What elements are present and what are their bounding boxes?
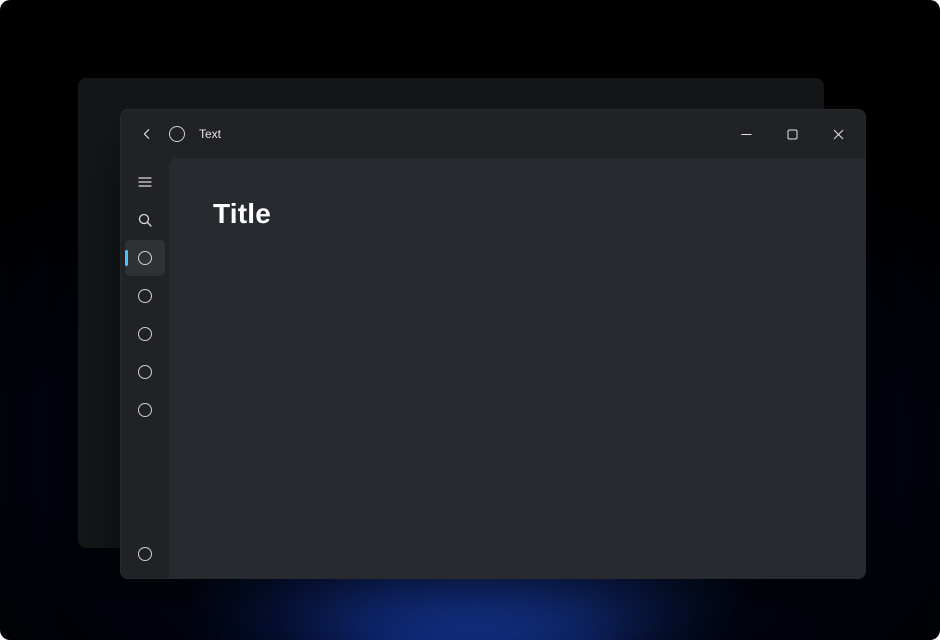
maximize-icon — [787, 129, 798, 140]
nav-item-5[interactable] — [125, 392, 165, 428]
nav-item-3[interactable] — [125, 316, 165, 352]
nav-item-4[interactable] — [125, 354, 165, 390]
nav-item-placeholder-icon — [138, 289, 152, 303]
nav-menu-button[interactable] — [125, 164, 165, 200]
maximize-button[interactable] — [769, 118, 815, 150]
minimize-icon — [741, 129, 752, 140]
back-button[interactable] — [131, 118, 163, 150]
nav-item-1[interactable] — [125, 240, 165, 276]
page-title: Title — [213, 198, 821, 230]
back-arrow-icon — [140, 127, 154, 141]
app-window: Text — [120, 109, 866, 579]
hamburger-icon — [137, 174, 153, 190]
nav-search-button[interactable] — [125, 202, 165, 238]
window-body: Title — [121, 158, 865, 578]
content-frame: Title — [169, 158, 865, 578]
search-icon — [137, 212, 153, 228]
nav-rail — [121, 158, 169, 578]
nav-item-placeholder-icon — [138, 327, 152, 341]
nav-item-placeholder-icon — [138, 365, 152, 379]
nav-item-placeholder-icon — [138, 403, 152, 417]
minimize-button[interactable] — [723, 118, 769, 150]
nav-footer-item[interactable] — [125, 536, 165, 572]
close-button[interactable] — [815, 118, 861, 150]
nav-item-placeholder-icon — [138, 547, 152, 561]
nav-item-placeholder-icon — [138, 251, 152, 265]
close-icon — [833, 129, 844, 140]
window-title-icon — [169, 126, 185, 142]
window-title-text: Text — [199, 127, 221, 141]
desktop-wallpaper: Text — [0, 0, 940, 640]
title-bar: Text — [121, 110, 865, 158]
title-bar-left: Text — [131, 118, 221, 150]
nav-item-2[interactable] — [125, 278, 165, 314]
